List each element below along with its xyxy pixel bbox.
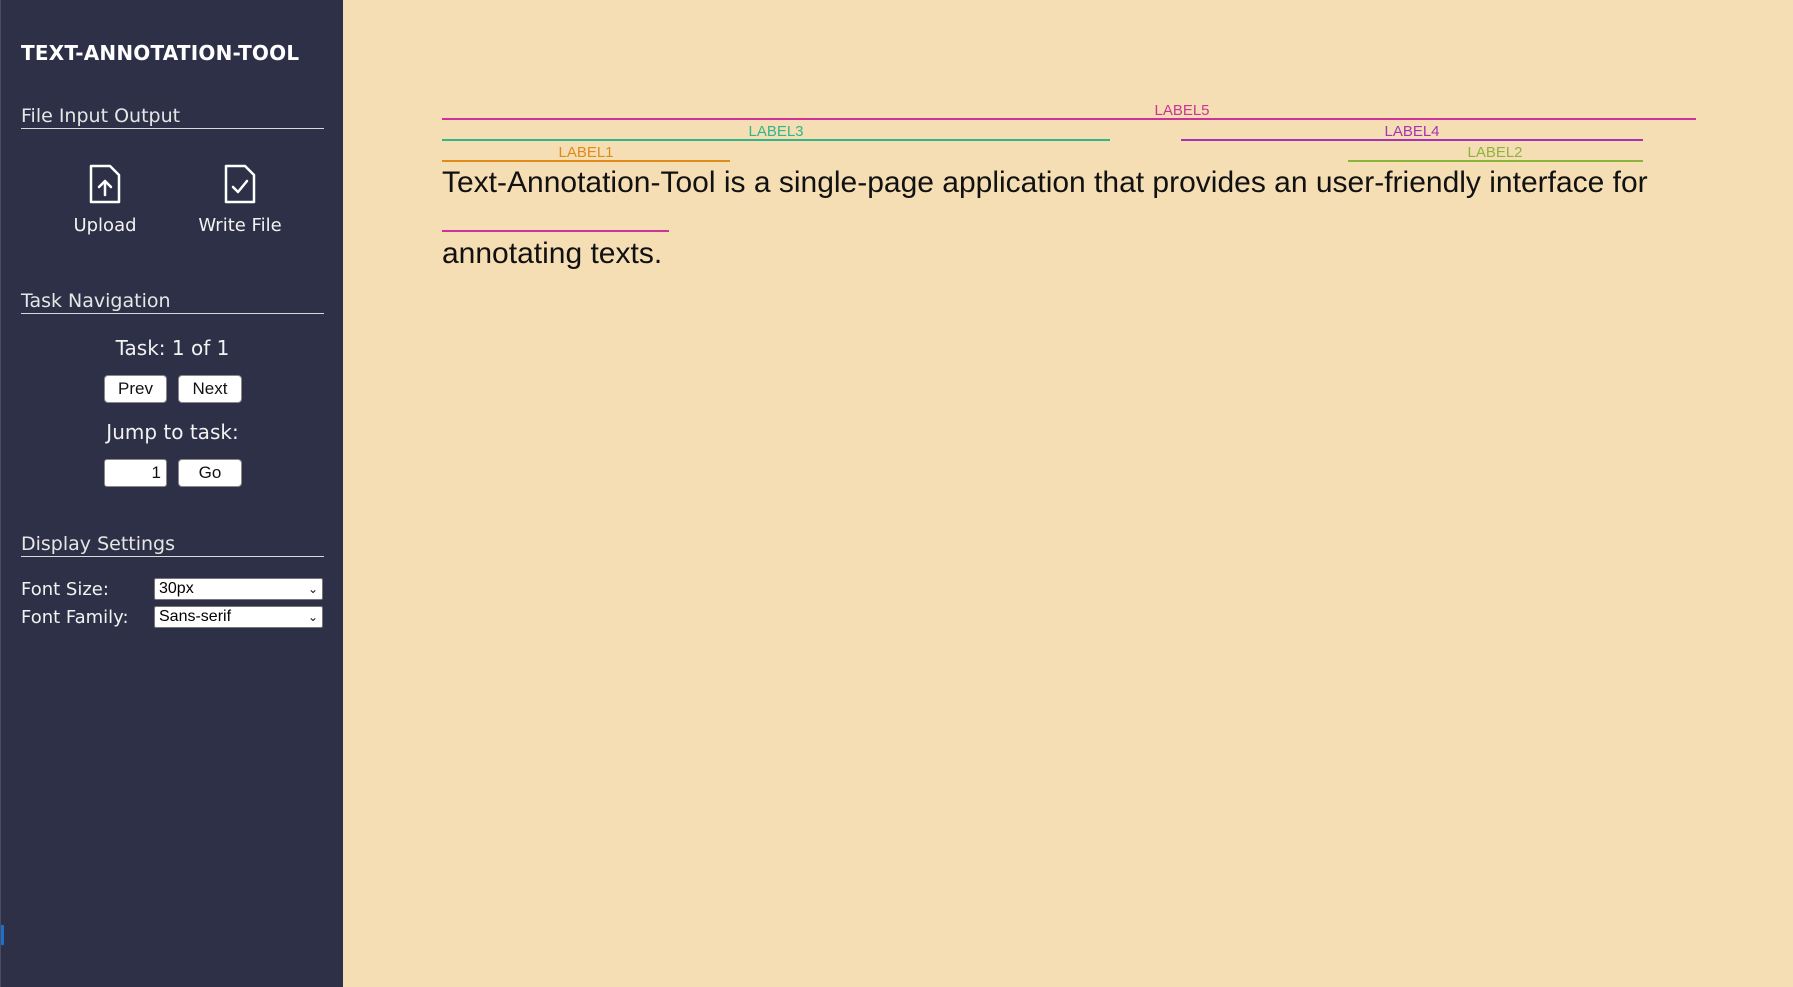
jump-task-input[interactable]	[104, 459, 167, 487]
font-family-select[interactable]: Sans-serif ⌄	[154, 606, 323, 628]
document-line-1[interactable]: Text-Annotation-Tool is a single-page ap…	[442, 166, 1648, 200]
font-size-value: 30px	[159, 580, 194, 597]
annotation-span-5[interactable]	[442, 118, 1696, 120]
annotation-canvas[interactable]: LABEL5 LABEL3 LABEL4 LABEL1 LABEL2 Text-…	[343, 0, 1793, 987]
app-title: TEXT-ANNOTATION-TOOL	[21, 41, 300, 65]
annotation-span-2[interactable]	[1348, 160, 1643, 162]
jump-label: Jump to task:	[106, 420, 239, 444]
annotation-span-5-continued[interactable]	[442, 230, 669, 232]
display-section-title: Display Settings	[21, 533, 324, 557]
annotation-label-3[interactable]: LABEL3	[748, 124, 803, 139]
document-line-2[interactable]: annotating texts.	[442, 237, 662, 271]
upload-label: Upload	[73, 215, 137, 236]
annotation-span-3[interactable]	[442, 139, 1110, 141]
chevron-down-icon: ⌄	[307, 582, 318, 596]
annotation-span-4[interactable]	[1181, 139, 1643, 141]
next-button[interactable]: Next	[178, 375, 242, 403]
chevron-down-icon: ⌄	[307, 610, 318, 624]
edge-marker	[1, 925, 4, 945]
prev-button[interactable]: Prev	[104, 375, 167, 403]
font-size-select[interactable]: 30px ⌄	[154, 578, 323, 600]
task-status: Task: 1 of 1	[115, 336, 230, 360]
task-section-title: Task Navigation	[21, 290, 324, 314]
sidebar: TEXT-ANNOTATION-TOOL File Input Output U…	[0, 0, 343, 987]
annotation-label-5[interactable]: LABEL5	[1154, 103, 1209, 118]
font-family-label: Font Family:	[21, 607, 129, 628]
write-file-label: Write File	[198, 215, 282, 236]
file-check-icon	[224, 164, 256, 204]
annotation-label-4[interactable]: LABEL4	[1384, 124, 1439, 139]
font-size-label: Font Size:	[21, 579, 109, 600]
write-file-button[interactable]: Write File	[185, 163, 295, 236]
annotation-label-2[interactable]: LABEL2	[1467, 145, 1522, 160]
file-section-title: File Input Output	[21, 105, 324, 129]
font-family-value: Sans-serif	[159, 608, 232, 625]
upload-button[interactable]: Upload	[50, 163, 160, 236]
annotation-label-1[interactable]: LABEL1	[558, 145, 613, 160]
go-button[interactable]: Go	[178, 459, 242, 487]
upload-file-icon	[89, 164, 121, 204]
annotation-span-1[interactable]	[442, 160, 730, 162]
